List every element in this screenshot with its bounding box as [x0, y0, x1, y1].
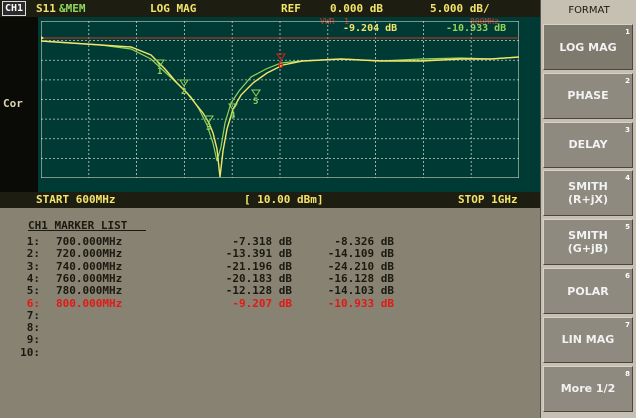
marker-value-memory: -8.326 dB	[334, 235, 394, 248]
left-annotation-strip: Cor	[0, 17, 38, 192]
softkey-menu-title: FORMAT	[568, 5, 610, 16]
softkey-log-mag[interactable]: 1 LOG MAG	[543, 24, 633, 70]
marker-list-row[interactable]: 2: 720.000MHz -13.391 dB -14.109 dB	[0, 247, 540, 261]
marker-list-row[interactable]: 4: 760.000MHz -20.183 dB -16.128 dB	[0, 271, 540, 285]
marker-value-memory: -24.210 dB	[327, 259, 394, 273]
trace-header: CH1 S11 &MEM LOG MAG REF 0.000 dB 5.000 …	[0, 0, 540, 17]
s-parameter: S11	[36, 2, 56, 15]
softkey-smith-rjx[interactable]: 4 SMITH (R+jX)	[543, 170, 633, 217]
softkey-lin-mag[interactable]: 7 LIN MAG	[543, 316, 633, 363]
marker-value-memory: -14.103 dB	[327, 284, 394, 298]
marker-frequency: 760.000MHz	[56, 271, 123, 285]
marker-index: 10:	[20, 345, 40, 359]
scale-value: 5.000 dB/	[430, 2, 490, 15]
marker-list-row[interactable]: 3: 740.000MHz -21.196 dB -24.210 dB	[0, 259, 540, 273]
softkey-sublabel: (G+jB)	[567, 242, 609, 256]
softkey-label: SMITH	[568, 180, 608, 194]
marker-list-row[interactable]: 6: 800.000MHz -9.207 dB -10.933 dB	[0, 296, 540, 310]
softkey-smith-gjb[interactable]: 5 SMITH (G+jB)	[543, 219, 633, 266]
marker-5-label: 5	[253, 97, 258, 107]
marker-list-row[interactable]: 8:	[0, 321, 540, 335]
marker-value-data: -20.183 dB	[225, 271, 292, 285]
softkey-number: 8	[625, 369, 630, 378]
softkey-number: 1	[625, 28, 630, 36]
softkey-phase[interactable]: 2 PHASE	[543, 72, 633, 119]
softkey-polar[interactable]: 6 POLAR	[543, 268, 633, 314]
softkey-delay[interactable]: 3 DELAY	[543, 121, 633, 168]
softkey-number: 2	[625, 76, 630, 85]
softkey-number: 6	[625, 272, 630, 280]
marker-value-data: -21.196 dB	[225, 259, 292, 273]
softkey-label: POLAR	[567, 284, 609, 298]
format-label: LOG MAG	[150, 2, 197, 15]
marker-index: 8:	[26, 321, 40, 335]
marker-frequency: 700.000MHz	[56, 235, 123, 248]
marker-index: 7:	[26, 308, 40, 322]
softkey-number: 4	[625, 174, 630, 183]
softkey-label: PHASE	[567, 89, 609, 103]
marker-value-memory: -10.933 dB	[327, 296, 394, 310]
marker-6-label: 6	[278, 61, 283, 71]
source-power: [ 10.00 dBm]	[244, 193, 324, 206]
marker-index: 1:	[26, 235, 40, 248]
marker-frequency: 740.000MHz	[56, 259, 123, 273]
correction-indicator: Cor	[3, 97, 23, 110]
start-frequency: START 600MHz	[36, 193, 116, 206]
softkey-label: LOG MAG	[559, 40, 617, 54]
marker-index: 4:	[26, 271, 40, 285]
marker-value-data: -9.207 dB	[232, 296, 292, 310]
softkey-label: DELAY	[568, 138, 608, 152]
softkey-number: 5	[625, 223, 630, 232]
marker-3-label: 3	[206, 123, 211, 133]
marker-list-row[interactable]: 10:	[0, 345, 540, 359]
marker-frequency: 720.000MHz	[56, 247, 123, 261]
marker-frequency: 800.000MHz	[56, 296, 123, 310]
marker-value-memory: -14.109 dB	[327, 247, 394, 261]
marker-5-pointer-icon	[251, 89, 261, 97]
marker-value-data: -13.391 dB	[225, 247, 292, 261]
marker-4-label: 4	[230, 111, 236, 121]
stop-frequency: STOP 1GHz	[458, 193, 518, 206]
marker-list-row[interactable]: 7:	[0, 308, 540, 322]
marker-6-pointer-icon	[276, 53, 286, 61]
marker-value-memory: -16.128 dB	[327, 271, 394, 285]
softkey-label: More 1/2	[560, 382, 616, 396]
marker-list-title-underline	[28, 230, 146, 231]
marker-1-label: 1	[157, 67, 162, 77]
marker-index: 2:	[26, 247, 40, 261]
softkey-label: SMITH	[568, 229, 608, 243]
trace-grid[interactable]: 1 2 3 4 5 6	[41, 21, 519, 178]
marker-index: 5:	[26, 284, 40, 298]
marker-2-label: 2	[181, 87, 186, 97]
trace-markers: 1 2 3 4 5 6	[155, 53, 286, 133]
marker-list-row[interactable]: 1: 700.000MHz -7.318 dB -8.326 dB	[0, 235, 540, 248]
ref-value: 0.000 dB	[330, 2, 383, 15]
grid-lines	[41, 21, 519, 178]
marker-index: 9:	[26, 333, 40, 347]
marker-list-row[interactable]: 9:	[0, 333, 540, 347]
marker-list-row[interactable]: 5: 780.000MHz -12.128 dB -14.103 dB	[0, 284, 540, 298]
marker-index: 6:	[26, 296, 40, 310]
marker-list-panel: CH1 MARKER LIST 1: 700.000MHz -7.318 dB -8.…	[0, 211, 540, 418]
marker-value-data: -7.318 dB	[232, 235, 292, 248]
memory-indicator: &MEM	[59, 2, 86, 15]
softkey-label: LIN MAG	[561, 333, 615, 347]
marker-frequency: 780.000MHz	[56, 284, 123, 298]
softkey-sublabel: (R+jX)	[568, 193, 608, 207]
softkey-number: 3	[625, 125, 630, 134]
marker-value-data: -12.128 dB	[225, 284, 292, 298]
marker-index: 3:	[26, 259, 40, 273]
sweep-footer: START 600MHz [ 10.00 dBm] STOP 1GHz	[0, 192, 540, 208]
channel-badge[interactable]: CH1	[2, 1, 27, 16]
softkey-more-1-2[interactable]: 8 More 1/2	[543, 365, 633, 412]
softkey-menu: FORMAT 1 LOG MAG 2 PHASE 3 DELAY 4 SMITH (R+jX) 5…	[540, 0, 636, 418]
ref-label: REF	[281, 2, 301, 15]
softkey-number: 7	[625, 320, 630, 329]
